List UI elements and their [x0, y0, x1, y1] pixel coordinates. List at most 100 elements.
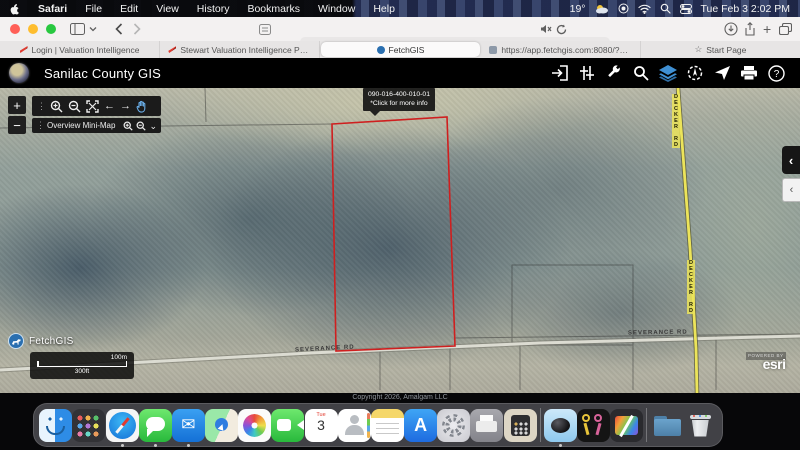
road-label-severance-2: SEVERANCE RD: [628, 329, 688, 336]
sign-in-icon[interactable]: [550, 63, 570, 83]
send-icon[interactable]: [712, 63, 732, 83]
road-label-decker-1: DECKER RD: [672, 94, 680, 148]
sidebar-icon[interactable]: [70, 23, 85, 35]
print-icon[interactable]: [739, 63, 759, 83]
valuation-favicon: [168, 46, 176, 53]
printer-app-icon[interactable]: [470, 409, 503, 442]
parcel-tooltip[interactable]: 090-016-400-010-01 *Click for more info: [363, 88, 435, 111]
macos-dock: ✉ Tue 3 A: [33, 403, 723, 447]
minimap-collapse-icon[interactable]: ⌄: [149, 123, 157, 129]
minimap-zoom-in-icon[interactable]: [123, 121, 133, 131]
valuation-favicon: [20, 46, 28, 53]
previous-extent-icon[interactable]: ←: [104, 100, 115, 112]
wifi-icon[interactable]: [638, 4, 651, 14]
chevron-down-icon[interactable]: [89, 26, 97, 32]
fetchgis-logo-text: FetchGIS: [29, 336, 74, 347]
copyright-text: Copyright 2026, Amalgam LLC: [0, 394, 800, 401]
share-icon[interactable]: [744, 22, 756, 36]
measure-icon[interactable]: [577, 63, 597, 83]
menu-item-bookmarks[interactable]: Bookmarks: [238, 3, 309, 15]
calculator-icon[interactable]: [504, 409, 537, 442]
notes-icon[interactable]: [371, 409, 404, 442]
downloads-folder-icon[interactable]: [651, 409, 684, 442]
spotlight-search-icon[interactable]: [660, 3, 671, 14]
panel-toggle-dark-button[interactable]: ‹: [782, 146, 800, 174]
menu-item-safari[interactable]: Safari: [29, 3, 76, 15]
finder-icon[interactable]: [39, 409, 72, 442]
control-center-icon[interactable]: [680, 4, 692, 14]
safari-icon[interactable]: [106, 409, 139, 442]
tab-fetchgis-url[interactable]: https://app.fetchgis.com:8080/?url=http.…: [481, 41, 641, 58]
mail-icon[interactable]: ✉: [172, 409, 205, 442]
map-toolbar: ⋮ ← →: [32, 96, 161, 116]
map-canvas[interactable]: SEVERANCE RD SEVERANCE RD DECKER RD DECK…: [0, 88, 800, 393]
zoom-in-button[interactable]: +: [8, 96, 26, 114]
forward-icon[interactable]: [133, 23, 141, 35]
maps-icon[interactable]: [205, 409, 238, 442]
menu-item-file[interactable]: File: [76, 3, 111, 15]
photos-icon[interactable]: [238, 409, 271, 442]
app-store-icon[interactable]: A: [404, 409, 437, 442]
scale-line: [37, 362, 127, 367]
close-window-button[interactable]: [10, 24, 20, 34]
fetchgis-favicon: [377, 46, 385, 54]
next-extent-icon[interactable]: →: [120, 100, 131, 112]
minimap-zoom-out-icon[interactable]: [136, 121, 146, 131]
menu-item-history[interactable]: History: [188, 3, 239, 15]
fetchgis-logo: FetchGIS: [8, 333, 74, 349]
back-icon[interactable]: [115, 23, 123, 35]
svg-text:?: ?: [773, 69, 779, 80]
minimap-title: Overview Mini-Map: [47, 121, 120, 130]
zoom-out-box-icon[interactable]: [68, 100, 81, 113]
new-tab-icon[interactable]: +: [763, 21, 771, 37]
zoom-in-box-icon[interactable]: [50, 100, 63, 113]
reload-icon[interactable]: [556, 24, 567, 35]
menu-item-view[interactable]: View: [147, 3, 188, 15]
layers-icon[interactable]: [658, 63, 678, 83]
road-label-decker-2: DECKER RD: [687, 260, 695, 314]
locate-icon[interactable]: [685, 63, 705, 83]
tools-icon[interactable]: [604, 63, 624, 83]
drag-handle-icon[interactable]: ⋮: [37, 101, 45, 112]
screen-recording-icon[interactable]: [618, 3, 629, 14]
tab-overview-icon[interactable]: [779, 23, 792, 35]
desktop-bottom-area: Copyright 2026, Amalgam LLC ✉ Tue 3 A: [0, 393, 800, 450]
dock-separator: [540, 408, 541, 442]
system-settings-icon[interactable]: [437, 409, 470, 442]
menu-item-help[interactable]: Help: [364, 3, 404, 15]
zoom-out-button[interactable]: −: [8, 116, 26, 134]
pan-hand-icon[interactable]: [136, 100, 148, 113]
fullscreen-window-button[interactable]: [46, 24, 56, 34]
facetime-icon[interactable]: [271, 409, 304, 442]
downloads-icon[interactable]: [724, 22, 738, 36]
scale-imperial: 300ft: [37, 368, 127, 375]
trash-icon[interactable]: [684, 409, 717, 442]
page-settings-icon[interactable]: [259, 24, 271, 35]
menu-bar-clock[interactable]: Tue Feb 3 2:02 PM: [701, 3, 791, 15]
tab-stewart-valuation[interactable]: Stewart Valuation Intelligence Partner P…: [160, 41, 320, 58]
minimize-window-button[interactable]: [28, 24, 38, 34]
mute-icon[interactable]: [540, 24, 552, 34]
calendar-day: 3: [305, 418, 338, 432]
media-app-icon[interactable]: [610, 409, 643, 442]
apple-menu[interactable]: [0, 2, 29, 15]
drag-handle-icon[interactable]: ⋮: [36, 120, 44, 131]
menu-item-window[interactable]: Window: [309, 3, 364, 15]
help-icon[interactable]: ?: [766, 63, 786, 83]
gis-app-title: Sanilac County GIS: [44, 66, 161, 81]
automator-orb-app-icon[interactable]: [544, 409, 577, 442]
contacts-icon[interactable]: [338, 409, 371, 442]
panel-toggle-light-button[interactable]: ‹: [782, 178, 800, 202]
zoom-extent-icon[interactable]: [86, 100, 99, 113]
search-icon[interactable]: [631, 63, 651, 83]
tab-login-valuation[interactable]: Login | Valuation Intelligence: [0, 41, 160, 58]
keychain-app-icon[interactable]: [577, 409, 610, 442]
parcel-tooltip-hint: *Click for more info: [368, 100, 430, 109]
messages-icon[interactable]: [139, 409, 172, 442]
launchpad-icon[interactable]: [72, 409, 105, 442]
calendar-icon[interactable]: Tue 3: [305, 409, 338, 442]
tab-fetchgis-active[interactable]: FetchGIS: [321, 42, 480, 57]
fetchgis-dog-icon: [8, 333, 24, 349]
tab-start-page[interactable]: ☆ Start Page: [641, 41, 800, 58]
menu-item-edit[interactable]: Edit: [111, 3, 147, 15]
